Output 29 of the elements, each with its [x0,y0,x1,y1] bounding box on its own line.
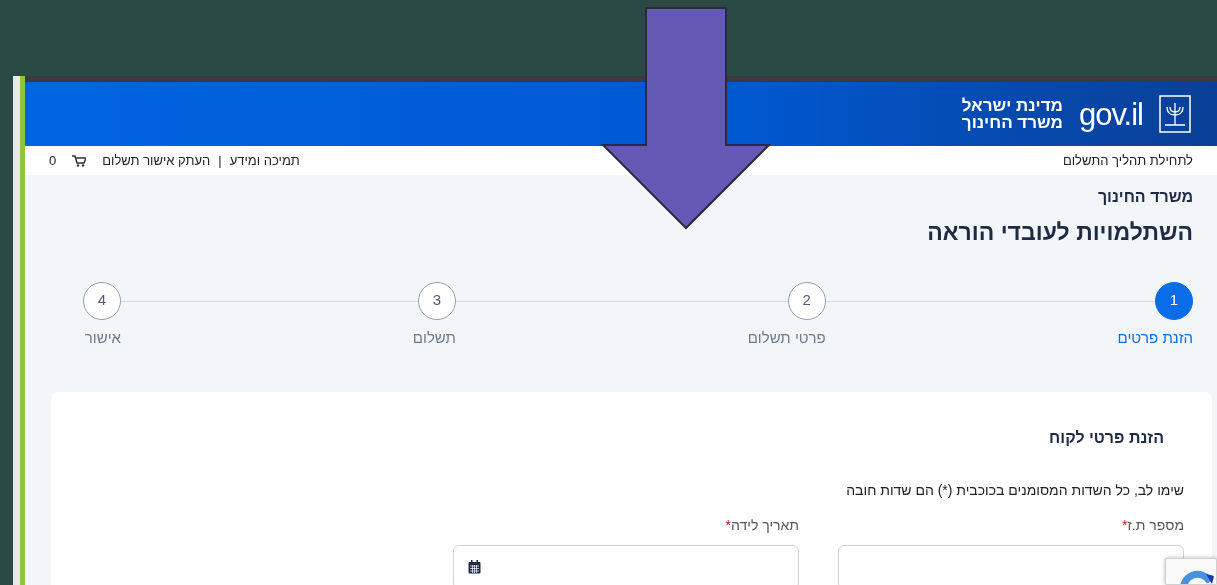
separator-text: | [218,151,222,170]
step-circle[interactable]: 2 [787,281,826,320]
step-label: תשלום [412,327,456,348]
required-asterisk: * [725,515,732,535]
step-circle[interactable]: 3 [417,281,456,320]
page-title: השתלמויות לעובדי הוראה [926,218,1193,247]
cart-icon[interactable] [72,154,87,167]
header-title-line: מדינת ישראל [961,97,1063,114]
copy-receipt-link[interactable]: העתק אישור תשלום [102,150,211,171]
field-label: תאריך לידה [731,515,799,535]
page-subtitle: משרד החינוך [1096,187,1193,207]
step-label: אישור [84,327,122,348]
step-label: הזנת פרטים [1117,327,1193,348]
required-asterisk: * [1121,515,1128,535]
step-circle[interactable]: 4 [83,281,122,320]
required-note: שימו לב, כל השדות המסומנים בכוכבית (*) הם שדות חובה [845,480,1184,500]
step-label: פרטי תשלום [747,327,826,348]
id-number-field[interactable] [838,544,1184,585]
step-circle[interactable]: 1 [1155,281,1193,320]
support-link[interactable]: תמיכה ומידע [229,150,300,171]
field-label: מספר ת.ז [1127,515,1184,535]
calendar-icon[interactable] [468,559,481,574]
date-field[interactable] [453,544,799,585]
emblem-icon [1159,95,1191,133]
cart-count: 0 [49,151,57,170]
header-title-line: משרד החינוך [961,114,1063,131]
form-heading: הזנת פרטי לקוח [1048,427,1165,448]
start-link[interactable]: לתחילת תהליך התשלום [1062,150,1193,171]
logo-text[interactable]: gov.il [1078,98,1143,130]
